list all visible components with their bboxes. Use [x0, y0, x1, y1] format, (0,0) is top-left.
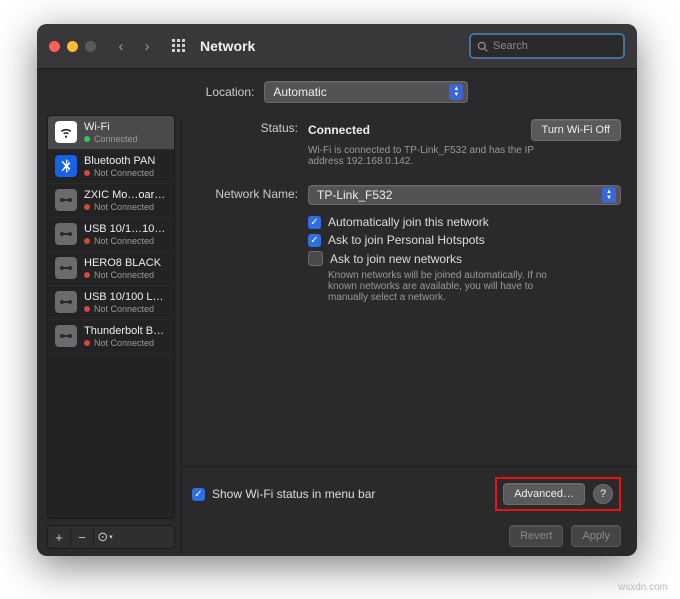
apply-button[interactable]: Apply: [571, 525, 621, 547]
network-preferences-window: ‹ › Network Search Location: Automatic ▲…: [37, 24, 637, 556]
help-button[interactable]: ?: [593, 484, 613, 504]
location-select[interactable]: Automatic ▲▼: [264, 81, 468, 103]
network-name-label: Network Name:: [192, 185, 308, 303]
auto-join-checkbox[interactable]: ✓ Automatically join this network: [308, 215, 621, 229]
advanced-button[interactable]: Advanced…: [503, 483, 585, 505]
status-dot-icon: [84, 170, 90, 176]
status-label: Status:: [192, 119, 308, 167]
search-placeholder: Search: [493, 40, 528, 52]
window-controls: [49, 41, 96, 52]
ethernet-icon: [55, 189, 77, 211]
sidebar-item-label: Bluetooth PAN: [84, 155, 155, 168]
status-dot-icon: [84, 204, 90, 210]
body: Wi-Fi Connected Bluetooth PAN Not Connec…: [37, 115, 637, 556]
checkbox-checked-icon: ✓: [308, 234, 321, 247]
sidebar-footer: + − ⊙▾: [47, 525, 175, 549]
status-dot-icon: [84, 136, 90, 142]
remove-interface-button[interactable]: −: [71, 527, 94, 547]
ask-hotspot-checkbox[interactable]: ✓ Ask to join Personal Hotspots: [308, 233, 621, 247]
revert-button[interactable]: Revert: [509, 525, 563, 547]
advanced-highlight: Advanced… ?: [495, 477, 621, 511]
location-value: Automatic: [273, 85, 326, 99]
sidebar-item-wifi[interactable]: Wi-Fi Connected: [48, 116, 174, 150]
sidebar-item-label: USB 10/1…1000 LAN: [84, 223, 167, 236]
bluetooth-icon: [55, 155, 77, 177]
sidebar: Wi-Fi Connected Bluetooth PAN Not Connec…: [37, 115, 182, 556]
ethernet-icon: [55, 325, 77, 347]
status-value: Connected: [308, 123, 370, 137]
ask-new-description: Known networks will be joined automatica…: [328, 270, 568, 303]
status-dot-icon: [84, 306, 90, 312]
ethernet-icon: [55, 257, 77, 279]
status-dot-icon: [84, 340, 90, 346]
divider: [182, 466, 637, 467]
wifi-icon: [55, 121, 77, 143]
show-wifi-menu-checkbox[interactable]: ✓ Show Wi-Fi status in menu bar: [192, 487, 375, 501]
ethernet-icon: [55, 291, 77, 313]
sidebar-item-usb-100[interactable]: USB 10/100 LAN Not Connected: [48, 286, 174, 320]
watermark: wsxdn.com: [618, 582, 668, 593]
network-name-select[interactable]: TP-Link_F532 ▲▼: [308, 185, 621, 205]
search-icon: [477, 41, 488, 52]
interface-actions-menu[interactable]: ⊙▾: [94, 527, 116, 547]
nav-arrows: ‹ ›: [110, 35, 158, 57]
checkbox-checked-icon: ✓: [308, 216, 321, 229]
search-field[interactable]: Search: [469, 33, 625, 59]
chevron-up-down-icon: ▲▼: [602, 187, 616, 203]
sidebar-item-label: ZXIC Mo…oardband: [84, 189, 167, 202]
close-icon[interactable]: [49, 41, 60, 52]
wifi-toggle-button[interactable]: Turn Wi-Fi Off: [531, 119, 621, 141]
interface-list: Wi-Fi Connected Bluetooth PAN Not Connec…: [47, 115, 175, 519]
checkbox-checked-icon: ✓: [192, 488, 205, 501]
sidebar-item-thunderbolt[interactable]: Thunderbolt Bridge Not Connected: [48, 320, 174, 354]
location-label: Location:: [206, 85, 255, 99]
add-interface-button[interactable]: +: [48, 527, 71, 547]
sidebar-item-label: Wi-Fi: [84, 121, 138, 134]
sidebar-item-hero8[interactable]: HERO8 BLACK Not Connected: [48, 252, 174, 286]
show-all-button[interactable]: [168, 35, 190, 57]
minimize-icon[interactable]: [67, 41, 78, 52]
ethernet-icon: [55, 223, 77, 245]
titlebar: ‹ › Network Search: [37, 24, 637, 69]
sidebar-item-bluetooth-pan[interactable]: Bluetooth PAN Not Connected: [48, 150, 174, 184]
checkbox-unchecked-icon: [308, 251, 323, 266]
main-pane: Status: Connected Turn Wi-Fi Off Wi-Fi i…: [182, 115, 637, 556]
ask-new-networks-checkbox[interactable]: Ask to join new networks: [308, 251, 621, 266]
location-row: Location: Automatic ▲▼: [37, 69, 637, 115]
back-button[interactable]: ‹: [110, 35, 132, 57]
sidebar-item-usb-1000[interactable]: USB 10/1…1000 LAN Not Connected: [48, 218, 174, 252]
status-dot-icon: [84, 238, 90, 244]
sidebar-item-label: Thunderbolt Bridge: [84, 325, 167, 338]
chevron-up-down-icon: ▲▼: [449, 84, 463, 100]
window-title: Network: [200, 38, 255, 54]
forward-button[interactable]: ›: [136, 35, 158, 57]
sidebar-item-label: HERO8 BLACK: [84, 257, 161, 270]
status-dot-icon: [84, 272, 90, 278]
zoom-icon[interactable]: [85, 41, 96, 52]
sidebar-item-zxic[interactable]: ZXIC Mo…oardband Not Connected: [48, 184, 174, 218]
network-name-value: TP-Link_F532: [317, 188, 392, 202]
status-description: Wi-Fi is connected to TP-Link_F532 and h…: [308, 145, 548, 167]
sidebar-item-label: USB 10/100 LAN: [84, 291, 167, 304]
